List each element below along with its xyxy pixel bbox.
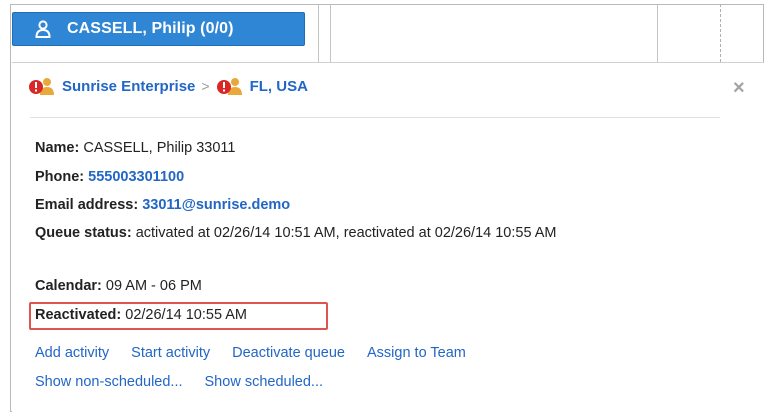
queue-status-value: activated at 02/26/14 10:51 AM, reactiva… <box>135 225 557 241</box>
close-icon[interactable]: × <box>733 78 745 98</box>
queue-status-row: Queue status: activated at 02/26/14 10:5… <box>35 224 725 243</box>
calendar-value: 09 AM - 06 PM <box>105 278 202 294</box>
name-value: CASSELL, Philip 33011 <box>83 140 236 156</box>
breadcrumb-separator: > <box>201 78 210 94</box>
name-label: Name: <box>35 140 80 156</box>
calendar-label: Calendar: <box>35 278 102 294</box>
action-links-row: Add activity Start activity Deactivate q… <box>35 345 488 361</box>
user-tab[interactable]: CASSELL, Philip (0/0) <box>12 12 305 46</box>
group-alert-icon <box>216 78 242 95</box>
breadcrumb-org-link[interactable]: Sunrise Enterprise <box>62 78 195 95</box>
phone-link[interactable]: 555003301100 <box>88 169 184 185</box>
email-link[interactable]: 33011@sunrise.demo <box>142 197 290 213</box>
email-label: Email address: <box>35 197 139 213</box>
grid-divider <box>330 4 331 62</box>
queue-status-label: Queue status: <box>35 225 132 241</box>
calendar-row: Calendar: 09 AM - 06 PM <box>35 277 202 296</box>
breadcrumb: Sunrise Enterprise > FL, USA <box>28 76 308 96</box>
breadcrumb-location-link[interactable]: FL, USA <box>250 78 308 95</box>
phone-label: Phone: <box>35 169 85 185</box>
assign-to-team-link[interactable]: Assign to Team <box>367 345 466 361</box>
email-row: Email address: 33011@sunrise.demo <box>35 196 290 215</box>
deactivate-queue-link[interactable]: Deactivate queue <box>232 345 345 361</box>
action-links-row: Show non-scheduled... Show scheduled... <box>35 374 345 390</box>
name-row: Name: CASSELL, Philip 33011 <box>35 139 235 158</box>
show-scheduled-link[interactable]: Show scheduled... <box>205 374 324 390</box>
show-non-scheduled-link[interactable]: Show non-scheduled... <box>35 374 183 390</box>
phone-row: Phone: 555003301100 <box>35 168 184 187</box>
highlight-box <box>29 302 328 330</box>
grid-divider <box>720 4 721 62</box>
user-icon <box>35 20 51 38</box>
divider <box>30 117 720 118</box>
group-alert-icon <box>29 78 54 95</box>
start-activity-link[interactable]: Start activity <box>131 345 210 361</box>
grid-divider <box>657 4 658 62</box>
user-tab-label: CASSELL, Philip (0/0) <box>67 20 234 37</box>
add-activity-link[interactable]: Add activity <box>35 345 109 361</box>
grid-divider <box>318 4 319 62</box>
